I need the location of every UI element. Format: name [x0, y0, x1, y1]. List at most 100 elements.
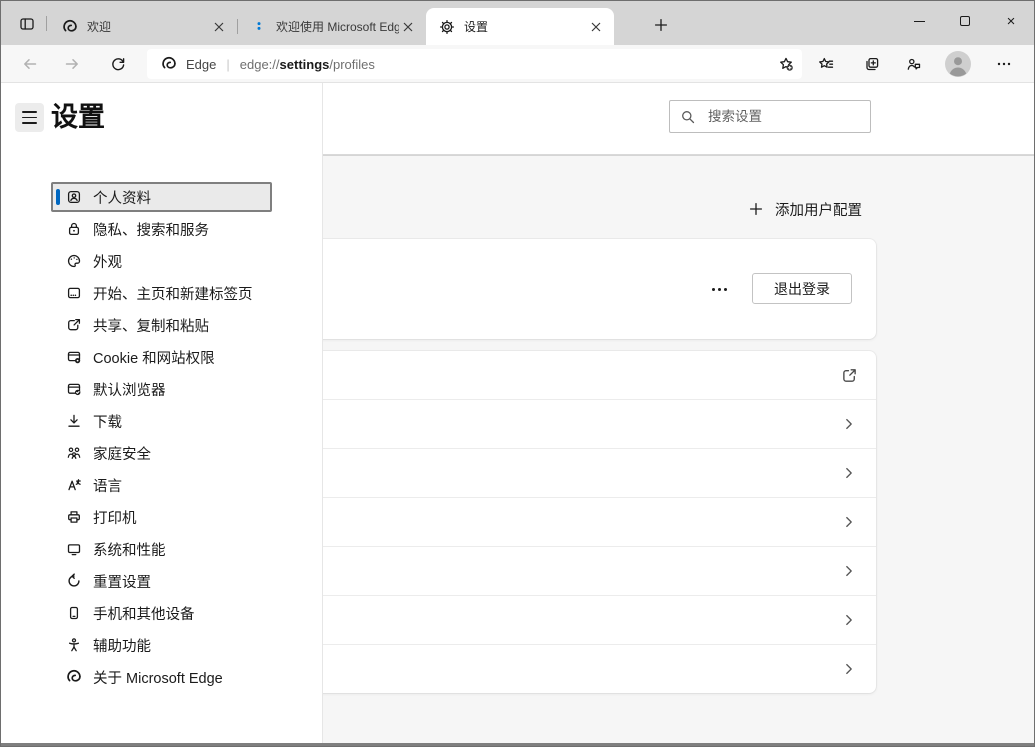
add-favorite-button[interactable]: [778, 56, 794, 72]
minimize-icon: [914, 21, 925, 22]
cookie-permissions-icon: [65, 348, 83, 366]
sidebar-item-label: 下载: [93, 411, 122, 432]
sidebar-item-label: 共享、复制和粘贴: [93, 315, 209, 336]
page-title: 设置: [51, 95, 105, 134]
reset-icon: [65, 572, 83, 590]
chevron-right-icon: [840, 660, 858, 678]
default-browser-icon: [65, 380, 83, 398]
tab-title: 欢迎: [87, 18, 210, 35]
sidebar-item[interactable]: 关于 Microsoft Edge: [51, 662, 272, 692]
settings-search-box[interactable]: [669, 100, 871, 133]
tab-inactive[interactable]: 欢迎: [49, 8, 237, 45]
site-label: Edge: [186, 57, 216, 72]
chevron-right-icon: [840, 562, 858, 580]
close-button[interactable]: ×: [988, 1, 1034, 41]
settings-more-button[interactable]: [988, 49, 1020, 79]
chevron-right-icon: [840, 415, 858, 433]
system-performance-icon: [65, 540, 83, 558]
sidebar-item[interactable]: 隐私、搜索和服务: [51, 214, 272, 244]
settings-sidebar: 设置 个人资料隐私、搜索和服务外观开始、主页和新建标签页共享、复制和粘贴 Cook…: [1, 83, 323, 745]
sidebar-item[interactable]: 打印机: [51, 502, 272, 532]
back-button[interactable]: [15, 49, 45, 79]
chevron-right-icon: [840, 464, 858, 482]
window-controls: ×: [896, 1, 1034, 41]
tab-close-button[interactable]: [210, 18, 227, 35]
family-icon: [65, 444, 83, 462]
gear-icon: [439, 19, 455, 35]
accessibility-icon: [65, 636, 83, 654]
share-icon: [65, 316, 83, 334]
tabstrip-divider: [46, 16, 47, 31]
person-chat-icon: [906, 56, 922, 72]
open-in-new-icon: [840, 366, 858, 384]
arrow-right-icon: [64, 56, 80, 72]
printer-icon: [65, 508, 83, 526]
minimize-button[interactable]: [896, 1, 942, 41]
sidebar-item-label: 家庭安全: [93, 443, 151, 464]
settings-search-input[interactable]: [706, 108, 887, 125]
sidebar-item[interactable]: Cookie 和网站权限: [51, 342, 272, 372]
edge-logo-icon: [65, 668, 83, 686]
tab-inactive[interactable]: 欢迎使用 Microsoft Edg: [238, 8, 426, 45]
avatar-icon: [944, 50, 972, 78]
favorites-button[interactable]: [810, 49, 842, 79]
sidebar-item[interactable]: 辅助功能: [51, 630, 272, 660]
search-icon: [680, 109, 696, 125]
appearance-palette-icon: [65, 252, 83, 270]
sidebar-item[interactable]: 下载: [51, 406, 272, 436]
tab-active[interactable]: 设置: [426, 8, 614, 45]
welcome-favicon-blue-dots: [251, 19, 267, 35]
collections-button[interactable]: [856, 49, 888, 79]
forward-button[interactable]: [57, 49, 87, 79]
close-icon: ×: [1007, 14, 1016, 29]
plus-icon: [653, 17, 669, 33]
address-separator: |: [226, 57, 229, 72]
arrow-left-icon: [22, 56, 38, 72]
collections-icon: [864, 56, 880, 72]
sidebar-nav: 个人资料隐私、搜索和服务外观开始、主页和新建标签页共享、复制和粘贴 Cookie …: [51, 182, 272, 694]
browser-toolbar: Edge | edge://settings/profiles: [1, 45, 1034, 83]
sidebar-item[interactable]: 手机和其他设备: [51, 598, 272, 628]
lock-icon: [65, 220, 83, 238]
sidebar-item[interactable]: 共享、复制和粘贴: [51, 310, 272, 340]
sidebar-item[interactable]: 家庭安全: [51, 438, 272, 468]
tab-strip: 欢迎 欢迎使用 Microsoft Edg 设置 ×: [1, 1, 1034, 45]
add-profile-button[interactable]: 添加用户配置: [742, 196, 868, 222]
sidebar-item-label: 语言: [93, 475, 122, 496]
sidebar-item[interactable]: 个人资料: [51, 182, 272, 212]
edge-logo-icon: [161, 56, 177, 72]
chevron-right-icon: [840, 611, 858, 629]
star-list-icon: [818, 56, 834, 72]
refresh-button[interactable]: [103, 49, 133, 79]
sidebar-item-label: 手机和其他设备: [93, 603, 195, 624]
sign-out-button[interactable]: 退出登录: [752, 273, 852, 304]
profile-avatar-button[interactable]: [942, 49, 974, 79]
phone-icon: [65, 604, 83, 622]
tab-close-button[interactable]: [399, 18, 416, 35]
sidebar-item[interactable]: 系统和性能: [51, 534, 272, 564]
sidebar-item[interactable]: 外观: [51, 246, 272, 276]
sidebar-item-label: 默认浏览器: [93, 379, 166, 400]
sidebar-menu-button[interactable]: [15, 103, 44, 132]
tab-title: 设置: [464, 18, 587, 35]
sidebar-item-label: 辅助功能: [93, 635, 151, 656]
address-bar[interactable]: Edge | edge://settings/profiles: [147, 49, 802, 79]
feedback-button[interactable]: [898, 49, 930, 79]
edge-logo-icon: [62, 19, 78, 35]
sidebar-item[interactable]: 开始、主页和新建标签页: [51, 278, 272, 308]
sidebar-item-label: Cookie 和网站权限: [93, 347, 215, 368]
url-text: edge://settings/profiles: [240, 57, 375, 72]
sidebar-item[interactable]: 语言: [51, 470, 272, 500]
sidebar-item[interactable]: 默认浏览器: [51, 374, 272, 404]
sidebar-item-label: 关于 Microsoft Edge: [93, 667, 223, 688]
plus-icon: [748, 201, 764, 217]
tab-actions-button[interactable]: [13, 13, 40, 35]
start-page-icon: [65, 284, 83, 302]
maximize-button[interactable]: [942, 1, 988, 41]
tab-close-button[interactable]: [587, 18, 604, 35]
profile-card-icon: [65, 188, 83, 206]
new-tab-button[interactable]: [647, 13, 675, 36]
profile-more-options-button[interactable]: [702, 277, 736, 301]
sidebar-item[interactable]: 重置设置: [51, 566, 272, 596]
sidebar-item-label: 外观: [93, 251, 122, 272]
